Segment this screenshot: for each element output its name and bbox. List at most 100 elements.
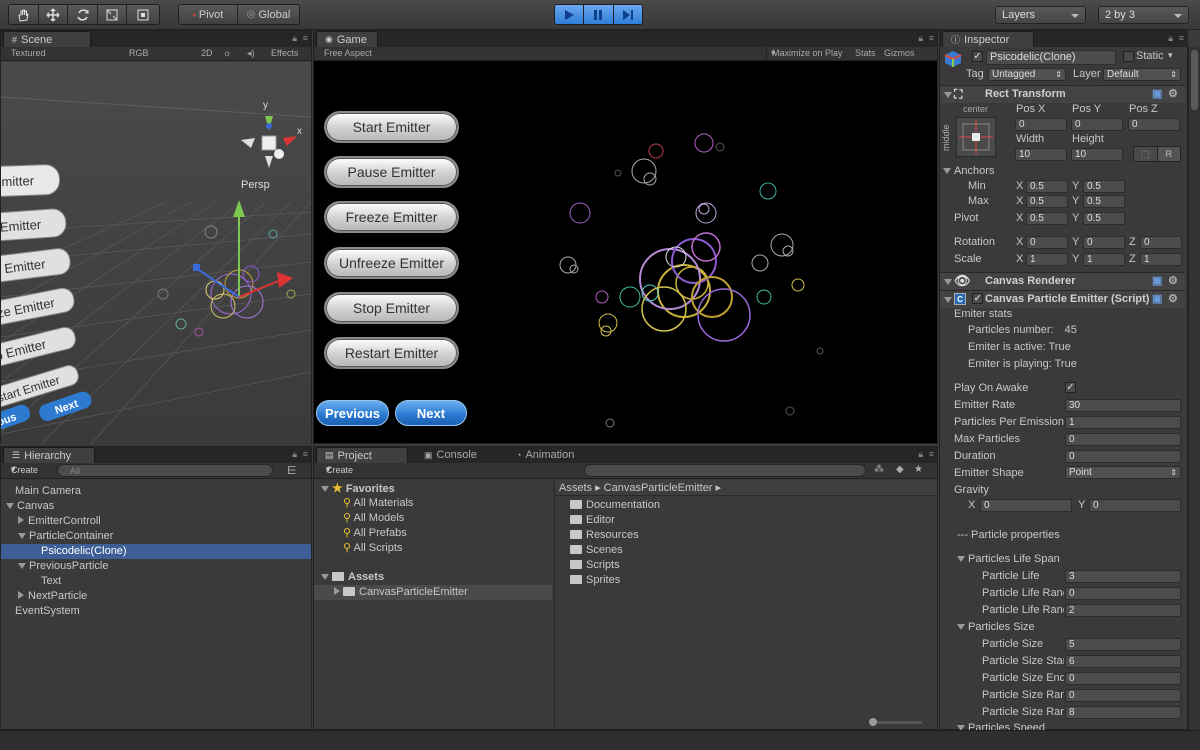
2d-toggle[interactable]: 2D [201,48,213,58]
expand-arrow-icon[interactable] [957,556,965,562]
scene-viewport[interactable]: mitter Emitter Emitter ze Emitter p Emit… [1,62,311,444]
hierarchy-item-main-camera[interactable]: Main Camera [15,484,81,499]
breadcrumb-canvasparticleemitter[interactable]: CanvasParticleEmitter [604,482,713,494]
inspector-lock-icon[interactable]: 🔒︎ [1168,33,1173,44]
favorite-all-models[interactable]: ⚲ All Models [343,511,404,526]
game-panel-menu-icon[interactable]: ≡ [929,33,934,43]
favorite-star-icon[interactable]: ★ [914,464,923,475]
hierarchy-item-text[interactable]: Text [41,574,61,589]
folder-sprites[interactable]: Sprites [570,573,620,588]
static-dropdown-arrow[interactable]: ▾ [1168,50,1173,61]
emitter-rate-field[interactable]: 30 [1065,399,1181,412]
project-menu-icon[interactable]: ≡ [929,449,934,459]
aspect-dropdown[interactable]: Free Aspect [324,48,372,58]
hierarchy-item-eventsystem[interactable]: EventSystem [15,604,80,619]
filter-icon[interactable]: ⋿ [287,464,297,477]
rotation-y-field[interactable]: 0 [1083,236,1125,249]
project-lock-icon[interactable]: 🔒︎ [918,449,923,460]
expand-arrow-icon[interactable] [944,297,952,303]
expand-arrow-icon[interactable] [944,92,952,98]
hierarchy-menu-icon[interactable]: ≡ [303,449,308,459]
folder-editor[interactable]: Editor [570,513,615,528]
anchors-foldout[interactable]: Anchors [943,165,994,177]
particles-speed-foldout[interactable]: Particles Speed [957,722,1045,730]
pos-x-field[interactable]: 0 [1015,118,1067,131]
hierarchy-search-input[interactable]: All [57,464,273,477]
particle-emitter-header[interactable]: C ✓ Canvas Particle Emitter (Script) ▣ ⚙ [940,290,1185,308]
icon-size-slider-thumb[interactable] [869,718,877,726]
tab-scene[interactable]: # Scene [3,31,91,47]
breadcrumb-assets[interactable]: Assets [559,482,592,494]
expand-arrow-icon[interactable] [18,563,26,569]
panel-menu-icon[interactable]: ≡ [303,33,308,43]
rotation-z-field[interactable]: 0 [1140,236,1182,249]
scale-tool-button[interactable] [97,5,128,24]
particle-size-range-min-field[interactable]: 0 [1065,689,1181,702]
inspector-scrollbar[interactable] [1188,46,1200,730]
particle-size-start-field[interactable]: 6 [1065,655,1181,668]
emitter-shape-dropdown[interactable]: Point ⇕ [1065,466,1181,479]
effects-dropdown[interactable]: Effects [271,48,298,58]
tab-hierarchy[interactable]: ☰ Hierarchy [3,447,95,463]
collapse-arrow-icon[interactable] [18,591,24,599]
pause-emitter-button[interactable]: Pause Emitter [324,156,459,188]
life-span-foldout[interactable]: Particles Life Span [957,553,1060,565]
search-by-type-icon[interactable]: ⁂ [874,464,884,475]
particle-size-field[interactable]: 5 [1065,638,1181,651]
layout-dropdown[interactable]: 2 by 3 [1098,6,1189,24]
settings-gear-icon[interactable]: ⚙ [1168,274,1178,287]
rect-transform-header[interactable]: ⛶ Rect Transform ▣ ⚙ [940,85,1185,103]
help-icon[interactable]: ▣ [1152,292,1162,305]
pos-z-field[interactable]: 0 [1128,118,1180,131]
hierarchy-item-particlecontainer[interactable]: ParticleContainer [18,529,113,544]
tag-dropdown[interactable]: Untagged ⇕ [988,68,1066,81]
expand-arrow-icon[interactable] [943,168,951,174]
particle-life-range-max-field[interactable]: 2 [1065,604,1181,617]
project-splitter[interactable] [554,480,555,729]
pos-y-field[interactable]: 0 [1071,118,1123,131]
folder-scripts[interactable]: Scripts [570,558,620,573]
particle-size-range-max-field[interactable]: 8 [1065,706,1181,719]
gravity-x-field[interactable]: 0 [980,499,1072,512]
global-button[interactable]: ◎ Global [238,5,299,24]
hand-tool-button[interactable] [9,5,39,24]
tab-inspector[interactable]: ⓘ Inspector [942,31,1034,47]
favorite-all-materials[interactable]: ⚲ All Materials [343,496,413,511]
shading-dropdown[interactable]: Textured [11,48,46,58]
help-icon[interactable]: ▣ [1152,87,1162,100]
favorite-all-scripts[interactable]: ⚲ All Scripts [343,541,402,556]
anchor-min-x-field[interactable]: 0.5 [1026,180,1068,193]
pause-button[interactable] [584,5,614,24]
gravity-y-field[interactable]: 0 [1089,499,1181,512]
particles-size-foldout[interactable]: Particles Size [957,621,1035,633]
project-search-input[interactable] [584,464,866,477]
expand-arrow-icon[interactable] [321,486,329,492]
max-particles-field[interactable]: 0 [1065,433,1181,446]
particles-per-emission-field[interactable]: 1 [1065,416,1181,429]
freeze-emitter-button[interactable]: Freeze Emitter [324,201,459,233]
canvas-renderer-header[interactable]: 👁︎ Canvas Renderer ▣ ⚙ [940,272,1185,290]
static-checkbox[interactable] [1123,51,1134,62]
raw-edit-button[interactable]: R [1156,147,1180,161]
folder-scenes[interactable]: Scenes [570,543,623,558]
expand-arrow-icon[interactable] [957,624,965,630]
play-button[interactable] [555,5,585,24]
previous-button[interactable]: Previous [316,400,389,426]
pivot-button[interactable]: ▪ Pivot [179,5,239,24]
assets-group[interactable]: Assets [321,570,384,585]
hierarchy-item-canvas[interactable]: Canvas [6,499,54,514]
hierarchy-lock-icon[interactable]: 🔒︎ [292,449,297,460]
favorite-all-prefabs[interactable]: ⚲ All Prefabs [343,526,407,541]
folder-documentation[interactable]: Documentation [570,498,660,513]
next-button[interactable]: Next [395,400,467,426]
unfreeze-emitter-button[interactable]: Unfreeze Emitter [324,247,459,279]
particle-life-range-min-field[interactable]: 0 [1065,587,1181,600]
play-on-awake-checkbox[interactable]: ✓ [1065,382,1076,393]
game-lock-icon[interactable]: 🔒︎ [918,33,923,44]
favorites-group[interactable]: ★ Favorites [321,481,395,496]
tab-console[interactable]: ▣ Console [416,447,496,463]
scale-x-field[interactable]: 1 [1026,253,1068,266]
settings-gear-icon[interactable]: ⚙ [1168,292,1178,305]
folder-resources[interactable]: Resources [570,528,639,543]
expand-arrow-icon[interactable] [6,503,14,509]
